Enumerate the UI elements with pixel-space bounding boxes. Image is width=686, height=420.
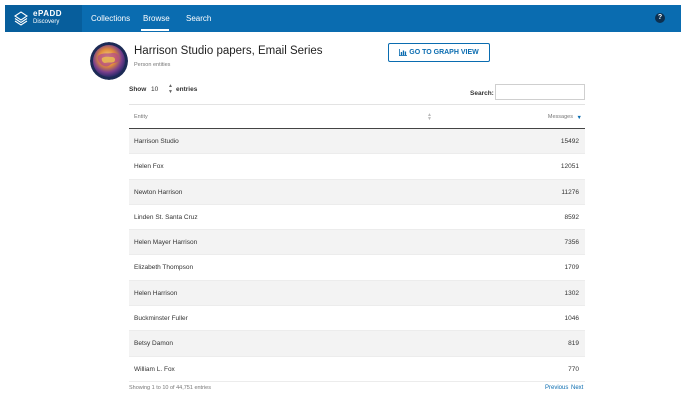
message-count-cell: 11276 [561,188,579,196]
message-count-cell: 15492 [560,138,579,145]
sort-both-icon[interactable]: ▲ ▼ [427,113,432,122]
table-body: Harrison Studio 15492 Helen Fox 12051 Newton… [129,129,585,382]
nav-browse[interactable]: Browse [143,14,170,23]
table-row[interactable]: Helen Mayer Harrison 7356 [129,230,585,256]
message-count-cell: 7356 [564,239,579,247]
pagination-next[interactable]: Next [571,385,583,391]
nav-collections[interactable]: Collections [91,14,130,23]
table-row[interactable]: Betsy Damon 819 [129,331,585,357]
search-label: Search: [470,90,494,97]
message-count-cell: 819 [568,340,579,348]
entity-name-cell[interactable]: Harrison Studio [134,138,179,145]
entries-label: entries [176,86,198,93]
entity-name-cell[interactable]: Helen Harrison [134,290,177,297]
app-logo[interactable]: ePADD Discovery [5,5,82,32]
table-row[interactable]: Elizabeth Thompson 1709 [129,255,585,281]
page: ePADD Discovery Collections Browse Searc… [0,0,686,420]
table-row[interactable]: Helen Harrison 1302 [129,280,585,307]
entity-name-cell[interactable]: Helen Fox [134,163,164,170]
show-label: Show [129,86,147,93]
table-info: Showing 1 to 10 of 44,751 entries [129,385,211,391]
pagination-previous[interactable]: Previous [545,385,568,391]
entities-table: Entity ▲ ▼ Messages ▼ Harrison Studio 1549… [129,104,585,382]
top-nav-bar: ePADD Discovery Collections Browse Searc… [5,5,681,32]
nav-search[interactable]: Search [186,14,211,23]
page-size-value: 10 [151,86,159,93]
entity-name-cell[interactable]: Linden St. Santa Cruz [134,214,198,221]
search-input[interactable] [495,84,585,100]
message-count-cell: 1302 [564,289,579,297]
bar-chart-icon [399,48,408,56]
table-row[interactable]: Linden St. Santa Cruz 8592 [129,204,585,231]
question-circle-icon[interactable]: ? [655,13,665,23]
stacked-pages-icon [14,11,28,26]
message-count-cell: 8592 [564,213,579,221]
updown-arrows-icon: ▲ ▼ [168,83,173,95]
entity-name-cell[interactable]: Buckminster Fuller [134,315,188,322]
table-row[interactable]: Buckminster Fuller 1046 [129,306,585,332]
collection-avatar [90,42,128,80]
logo-title: ePADD [33,9,63,18]
entity-name-cell[interactable]: Helen Mayer Harrison [134,239,197,246]
go-to-graph-view-label: GO TO GRAPH VIEW [409,49,479,56]
message-count-cell: 12051 [560,163,579,171]
column-header-entity[interactable]: Entity [134,114,148,120]
message-count-cell: 1046 [564,315,579,323]
message-count-cell: 1709 [564,264,579,272]
entity-name-cell[interactable]: Elizabeth Thompson [134,264,193,271]
table-header: Entity ▲ ▼ Messages ▼ [129,104,585,129]
page-size-select[interactable]: 10 ▲ ▼ [151,83,176,95]
sort-descending-icon[interactable]: ▼ [577,115,582,121]
entity-name-cell[interactable]: William L. Fox [134,366,175,373]
page-subtitle: Person entities [134,62,171,68]
go-to-graph-view-button[interactable]: GO TO GRAPH VIEW [388,43,490,62]
table-row[interactable]: William L. Fox 770 [129,356,585,382]
nav-active-indicator [141,29,169,31]
earth-image-icon [90,42,128,80]
table-row[interactable]: Helen Fox 12051 [129,154,585,180]
message-count-cell: 770 [568,365,579,373]
entity-name-cell[interactable]: Betsy Damon [134,340,173,347]
entity-name-cell[interactable]: Newton Harrison [134,189,182,196]
page-title: Harrison Studio papers, Email Series [134,45,323,57]
table-row[interactable]: Harrison Studio 15492 [129,129,585,155]
logo-subtitle: Discovery [33,19,60,25]
table-row[interactable]: Newton Harrison 11276 [129,179,585,205]
column-header-messages[interactable]: Messages [548,114,573,120]
